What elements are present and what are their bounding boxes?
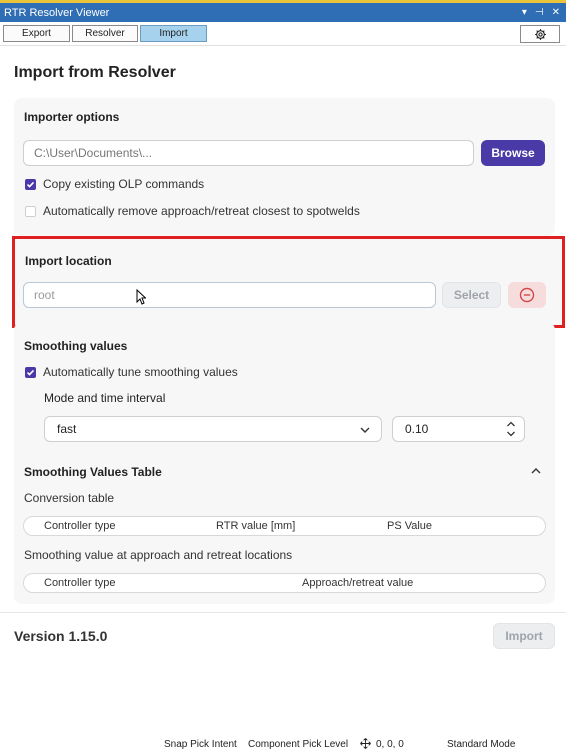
auto-tune-checkbox[interactable] — [25, 367, 36, 378]
tab-resolver[interactable]: Resolver — [72, 25, 138, 42]
path-input[interactable]: C:\User\Documents\... — [23, 140, 474, 166]
standard-mode[interactable]: Standard Mode — [447, 739, 515, 750]
auto-remove-checkbox[interactable] — [25, 206, 36, 217]
settings-button[interactable] — [520, 25, 560, 43]
copy-olp-checkbox[interactable] — [25, 179, 36, 190]
browse-button[interactable]: Browse — [481, 140, 545, 166]
checkmark-icon — [26, 369, 35, 376]
tab-strip: Export Resolver Import — [0, 22, 566, 46]
smoothing-panel: Smoothing values Automatically tune smoo… — [14, 322, 555, 604]
window-controls: ▾ ⊣ ✕ — [522, 7, 566, 18]
import-location-section: Import location root Select — [12, 236, 565, 328]
status-bar: Snap Pick Intent Component Pick Level 0,… — [0, 736, 566, 751]
window-titlebar: RTR Resolver Viewer ▾ ⊣ ✕ — [0, 0, 566, 22]
conversion-table-header: Controller type RTR value [mm] PS Value — [23, 516, 546, 536]
window-title: RTR Resolver Viewer — [4, 6, 110, 19]
move-icon — [360, 738, 371, 749]
minus-circle-icon — [519, 287, 535, 303]
smoothing-title: Smoothing values — [24, 339, 128, 353]
import-button[interactable]: Import — [493, 623, 555, 649]
page-title: Import from Resolver — [14, 64, 176, 81]
conversion-table-label: Conversion table — [24, 491, 115, 505]
import-location-input[interactable]: root — [23, 282, 436, 308]
approach-table-header: Controller type Approach/retreat value — [23, 573, 546, 593]
chevron-down-icon[interactable] — [506, 430, 516, 438]
approach-table-label: Smoothing value at approach and retreat … — [24, 548, 293, 562]
column-controller-type: Controller type — [44, 520, 116, 532]
tab-import[interactable]: Import — [140, 25, 207, 42]
column-controller-type: Controller type — [44, 577, 116, 589]
chevron-up-icon[interactable] — [530, 466, 542, 476]
dropdown-icon[interactable]: ▾ — [522, 7, 527, 18]
importer-options-title: Importer options — [24, 110, 120, 124]
smoothing-table-title: Smoothing Values Table — [24, 465, 162, 479]
close-icon[interactable]: ✕ — [552, 7, 560, 18]
auto-tune-label: Automatically tune smoothing values — [43, 365, 238, 379]
copy-olp-label: Copy existing OLP commands — [43, 177, 205, 191]
select-button[interactable]: Select — [442, 282, 501, 308]
component-pick-level[interactable]: Component Pick Level — [248, 739, 348, 750]
chevron-down-icon — [360, 427, 370, 433]
snap-pick-intent[interactable]: Snap Pick Intent — [164, 739, 237, 750]
pin-icon[interactable]: ⊣ — [535, 7, 544, 18]
mouse-cursor-icon — [136, 289, 146, 305]
chevron-up-icon[interactable] — [506, 420, 516, 428]
import-location-title: Import location — [25, 254, 112, 268]
column-ps-value: PS Value — [387, 520, 433, 532]
tab-export[interactable]: Export — [3, 25, 70, 42]
remove-location-button[interactable] — [508, 282, 546, 308]
mode-select-value: fast — [57, 422, 77, 436]
version-label: Version 1.15.0 — [14, 628, 108, 644]
interval-value: 0.10 — [405, 422, 429, 436]
auto-remove-label: Automatically remove approach/retreat cl… — [43, 204, 360, 218]
importer-options-panel: Importer options C:\User\Documents\... B… — [14, 98, 555, 236]
gear-icon — [534, 28, 546, 40]
coordinates-readout: 0, 0, 0 — [376, 739, 404, 750]
checkmark-icon — [26, 181, 35, 188]
column-rtr-value: RTR value [mm] — [216, 520, 296, 532]
footer-divider — [0, 612, 566, 613]
mode-select[interactable]: fast — [44, 416, 382, 442]
interval-stepper[interactable]: 0.10 — [392, 416, 525, 442]
mode-interval-label: Mode and time interval — [44, 391, 166, 405]
column-approach-retreat-value: Approach/retreat value — [302, 577, 414, 589]
